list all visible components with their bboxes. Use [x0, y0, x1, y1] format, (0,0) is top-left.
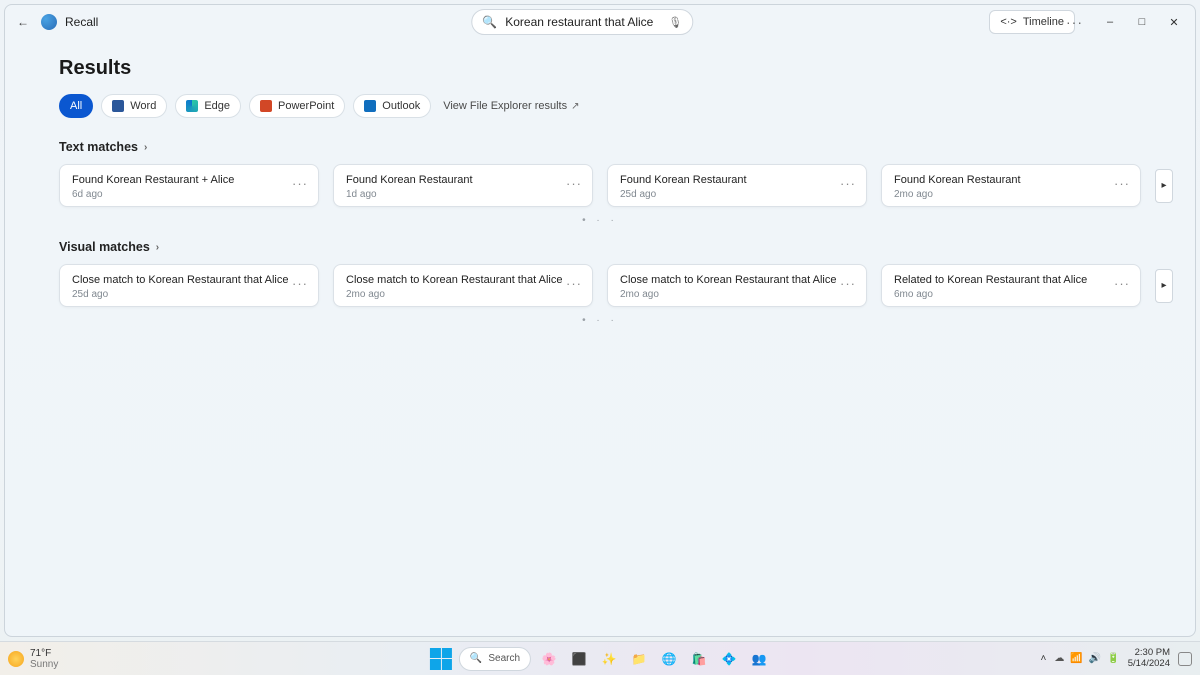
taskbar-tray: ˄ ☁ 📶 🔊 🔋 2:30 PM5/14/2024: [1041, 648, 1192, 669]
tray-onedrive-icon[interactable]: ☁: [1054, 653, 1064, 664]
filter-row: All Word Edge PowerPoint Outlook View Fi…: [59, 94, 1141, 118]
external-link-icon: ↗: [571, 101, 579, 112]
taskbar-center: 🔍Search 🌸 ⬛ ✨ 📁 🌐 🛍️ 💠 👥: [429, 647, 771, 671]
more-button[interactable]: ···: [1056, 14, 1093, 30]
outlook-icon: [364, 100, 376, 112]
filter-all[interactable]: All: [59, 94, 93, 118]
content-area: Results All Word Edge PowerPoint Outlook…: [5, 39, 1195, 326]
card-more-button[interactable]: ···: [1114, 274, 1130, 291]
result-card[interactable]: Found Korean Restaurant2mo ago··· Doorda…: [881, 164, 1141, 207]
filter-edge[interactable]: Edge: [175, 94, 241, 118]
chevron-right-icon: ›: [156, 242, 159, 253]
taskbar-edge-icon[interactable]: 🌐: [657, 647, 681, 671]
taskbar-weather[interactable]: 71°FSunny: [8, 648, 58, 670]
search-input[interactable]: [505, 15, 660, 29]
tray-battery-icon[interactable]: 🔋: [1107, 653, 1119, 664]
taskbar-clock[interactable]: 2:30 PM5/14/2024: [1128, 648, 1170, 669]
taskbar-copilot-icon[interactable]: ✨: [597, 647, 621, 671]
app-title: Recall: [65, 15, 98, 29]
result-card[interactable]: Close match to Korean Restaurant that Al…: [333, 264, 593, 307]
word-icon: [112, 100, 124, 112]
carousel-indicator: • · ·: [59, 215, 1141, 226]
tray-wifi-icon[interactable]: 📶: [1070, 653, 1082, 664]
app-icon: [41, 14, 57, 30]
window-controls: ··· – □ ✕: [1056, 5, 1189, 39]
result-card[interactable]: Found Korean Restaurant + Alice6d ago···…: [59, 164, 319, 207]
edge-icon: [186, 100, 198, 112]
notifications-button[interactable]: [1178, 652, 1192, 666]
taskbar-search[interactable]: 🔍Search: [459, 647, 531, 671]
titlebar: ← Recall 🔍 🎙 <·> Timeline ··· – □ ✕: [5, 5, 1195, 39]
weather-sun-icon: [8, 651, 24, 667]
card-more-button[interactable]: ···: [840, 274, 856, 291]
search-icon: 🔍: [470, 653, 482, 664]
taskbar-teams-icon[interactable]: 👥: [747, 647, 771, 671]
mic-icon[interactable]: 🎙: [668, 16, 682, 29]
taskbar-app-icon[interactable]: 🌸: [537, 647, 561, 671]
text-matches-cards: Found Korean Restaurant + Alice6d ago···…: [59, 164, 1141, 207]
minimize-button[interactable]: –: [1095, 10, 1125, 34]
taskbar-taskview-icon[interactable]: ⬛: [567, 647, 591, 671]
start-button[interactable]: [429, 647, 453, 671]
result-card[interactable]: Close match to Korean Restaurant that Al…: [59, 264, 319, 307]
result-card[interactable]: Found Korean Restaurant1d ago··· Stoneko…: [333, 164, 593, 207]
taskbar-store-icon[interactable]: 🛍️: [687, 647, 711, 671]
card-more-button[interactable]: ···: [566, 274, 582, 291]
powerpoint-icon: [260, 100, 272, 112]
card-more-button[interactable]: ···: [292, 174, 308, 191]
taskbar: 71°FSunny 🔍Search 🌸 ⬛ ✨ 📁 🌐 🛍️ 💠 👥 ˄ ☁ 📶…: [0, 641, 1200, 675]
filter-outlook[interactable]: Outlook: [353, 94, 431, 118]
timeline-icon: <·>: [1000, 16, 1017, 28]
taskbar-explorer-icon[interactable]: 📁: [627, 647, 651, 671]
maximize-button[interactable]: □: [1127, 10, 1157, 34]
visual-matches-cards: Close match to Korean Restaurant that Al…: [59, 264, 1141, 307]
result-card[interactable]: Found Korean Restaurant25d ago··· Google…: [607, 164, 867, 207]
file-explorer-link[interactable]: View File Explorer results↗: [443, 100, 579, 112]
card-more-button[interactable]: ···: [292, 274, 308, 291]
section-visual-matches[interactable]: Visual matches›: [59, 240, 1141, 254]
result-card[interactable]: Related to Korean Restaurant that Alice6…: [881, 264, 1141, 307]
filter-word[interactable]: Word: [101, 94, 167, 118]
section-text-matches[interactable]: Text matches›: [59, 140, 1141, 154]
result-card[interactable]: Close match to Korean Restaurant that Al…: [607, 264, 867, 307]
card-more-button[interactable]: ···: [566, 174, 582, 191]
page-title: Results: [59, 57, 1141, 80]
chevron-right-icon: ›: [144, 142, 147, 153]
filter-powerpoint[interactable]: PowerPoint: [249, 94, 345, 118]
card-more-button[interactable]: ···: [840, 174, 856, 191]
carousel-next-button[interactable]: ▸: [1155, 269, 1173, 303]
carousel-indicator: • · ·: [59, 315, 1141, 326]
search-bar[interactable]: 🔍 🎙: [471, 9, 693, 35]
app-window: ← Recall 🔍 🎙 <·> Timeline ··· – □ ✕ Resu…: [4, 4, 1196, 637]
tray-volume-icon[interactable]: 🔊: [1089, 653, 1101, 664]
close-button[interactable]: ✕: [1159, 10, 1189, 34]
back-button[interactable]: ←: [13, 12, 33, 32]
tray-chevron-icon[interactable]: ˄: [1041, 653, 1047, 664]
carousel-next-button[interactable]: ▸: [1155, 169, 1173, 203]
taskbar-app-icon[interactable]: 💠: [717, 647, 741, 671]
card-more-button[interactable]: ···: [1114, 174, 1130, 191]
search-icon: 🔍: [482, 15, 497, 29]
